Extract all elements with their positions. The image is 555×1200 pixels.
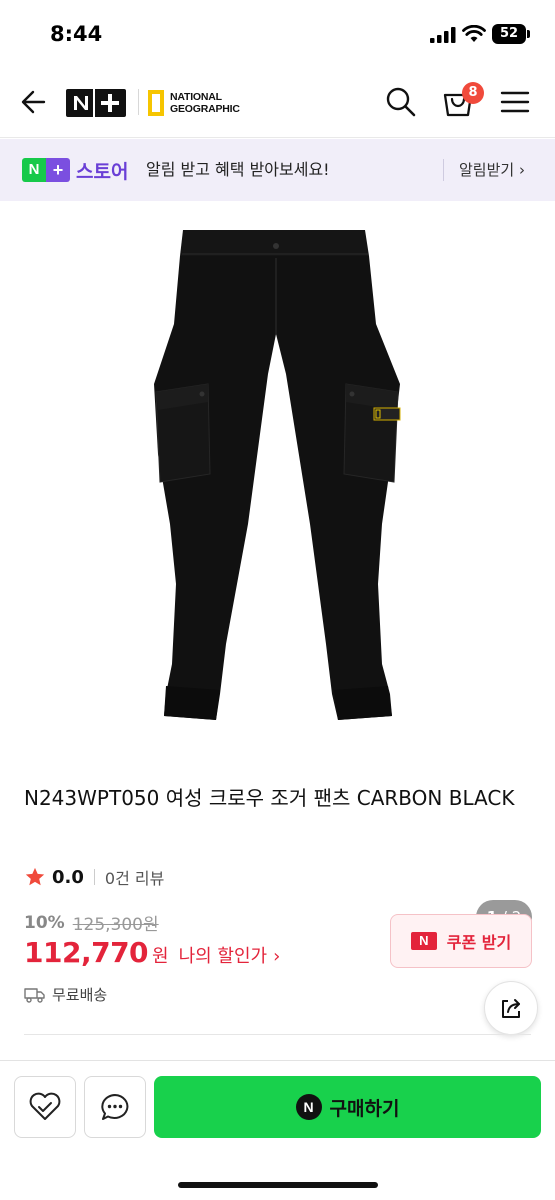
nplus-store-logo: N + 스토어 bbox=[22, 158, 129, 183]
buy-now-button[interactable]: N 구매하기 bbox=[154, 1076, 541, 1138]
wishlist-button[interactable] bbox=[14, 1076, 76, 1138]
share-icon bbox=[502, 999, 520, 1018]
banner-divider bbox=[443, 159, 444, 181]
battery-indicator: 52 bbox=[492, 24, 526, 44]
price-row: 112,770 원 나의 할인가 › bbox=[24, 936, 280, 969]
wifi-icon bbox=[462, 25, 486, 42]
status-bar: 8:44 52 bbox=[0, 0, 555, 70]
subscribe-alert-link[interactable]: 알림받기 › bbox=[459, 158, 525, 182]
star-icon bbox=[25, 867, 45, 886]
chevron-right-icon: › bbox=[273, 946, 281, 967]
battery-tip bbox=[527, 30, 530, 38]
sale-price: 112,770 bbox=[24, 936, 149, 969]
national-geographic-frame-icon bbox=[148, 90, 164, 116]
npay-icon: N bbox=[295, 1094, 322, 1120]
header-divider bbox=[138, 89, 139, 115]
buy-button-label: 구매하기 bbox=[329, 1097, 400, 1120]
status-time: 8:44 bbox=[50, 22, 103, 46]
discount-rate: 10% bbox=[24, 912, 65, 933]
nplus-store-plus-mark: + bbox=[46, 158, 70, 182]
delivery-truck-icon bbox=[24, 987, 45, 1003]
nplus-logo[interactable] bbox=[66, 89, 126, 117]
bottom-action-bar: N 구매하기 bbox=[0, 1060, 555, 1200]
talk-chat-button[interactable] bbox=[84, 1076, 146, 1138]
free-shipping-label: 무료배송 bbox=[52, 986, 108, 1004]
review-count[interactable]: 0건 리뷰 bbox=[105, 865, 164, 889]
coupon-button-label: 쿠폰 받기 bbox=[446, 933, 512, 952]
national-geographic-wordmark: NATIONAL GEOGRAPHIC bbox=[170, 91, 240, 115]
product-title: N243WPT050 여성 크로우 조거 팬츠 CARBON BLACK bbox=[24, 786, 515, 810]
product-image-gallery[interactable]: 1 / 2 bbox=[0, 202, 555, 934]
back-arrow-icon[interactable] bbox=[18, 84, 52, 120]
my-discount-price-label: 나의 할인가 bbox=[178, 946, 268, 967]
home-indicator[interactable] bbox=[178, 1182, 378, 1188]
cellular-signal-icon bbox=[430, 27, 456, 43]
nplus-store-n-mark: N bbox=[22, 158, 46, 182]
search-icon[interactable] bbox=[384, 85, 418, 119]
national-geographic-logo[interactable]: NATIONAL GEOGRAPHIC bbox=[148, 89, 240, 117]
hamburger-menu-icon[interactable] bbox=[499, 88, 531, 116]
cart-count-badge: 8 bbox=[462, 82, 484, 104]
rating-score: 0.0 bbox=[52, 866, 84, 888]
share-button[interactable] bbox=[484, 981, 538, 1035]
original-price: 125,300원 bbox=[72, 915, 159, 935]
section-divider bbox=[24, 1034, 531, 1035]
sale-price-currency: 원 bbox=[152, 946, 169, 967]
rating-divider bbox=[93, 869, 95, 885]
coupon-download-button[interactable]: N 쿠폰 받기 bbox=[390, 914, 532, 968]
shipping-info: 무료배송 bbox=[24, 984, 107, 1005]
store-notification-banner[interactable]: N + 스토어 알림 받고 혜택 받아보세요! 알림받기 › bbox=[0, 139, 555, 201]
banner-message: 알림 받고 혜택 받아보세요! bbox=[146, 160, 330, 179]
product-photo-jogger-pants bbox=[154, 230, 401, 720]
store-label: 스토어 bbox=[76, 160, 129, 183]
coupon-icon: N bbox=[410, 932, 437, 950]
rating-row[interactable]: 0.0 0건 리뷰 bbox=[24, 864, 164, 890]
my-discount-price-link[interactable]: 나의 할인가 › bbox=[179, 942, 281, 968]
discount-row: 10% 125,300원 bbox=[24, 910, 159, 936]
heart-check-icon bbox=[29, 1092, 61, 1120]
chat-bubble-icon bbox=[101, 1094, 129, 1120]
